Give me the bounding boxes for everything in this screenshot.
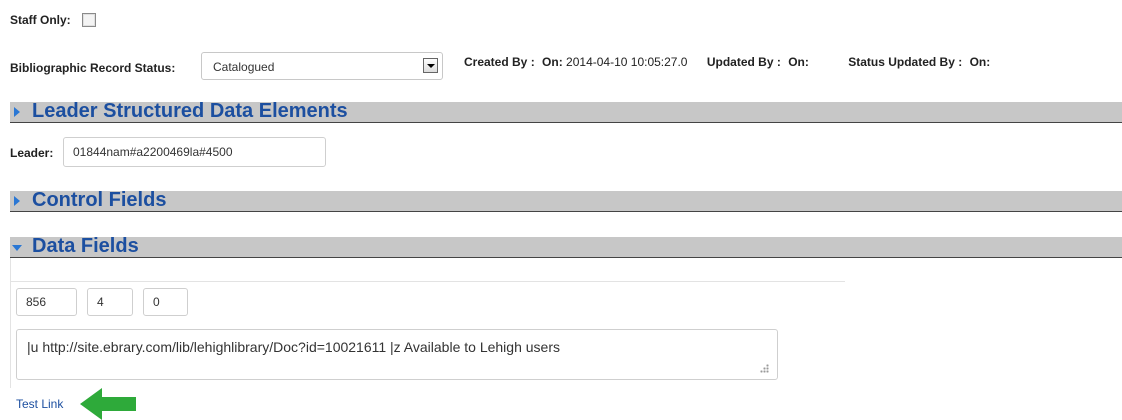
indicator1-input[interactable]: 4 bbox=[87, 288, 133, 316]
expand-arrow-icon bbox=[14, 196, 20, 206]
collapse-arrow-icon bbox=[12, 245, 22, 251]
field-content-text: |u http://site.ebrary.com/lib/lehighlibr… bbox=[27, 339, 560, 355]
staff-only-checkbox[interactable] bbox=[82, 13, 96, 27]
section-data-title: Data Fields bbox=[32, 235, 139, 257]
field-content-textarea[interactable]: |u http://site.ebrary.com/lib/lehighlibr… bbox=[16, 329, 778, 380]
indicator2-input[interactable]: 0 bbox=[143, 288, 188, 316]
expand-arrow-icon bbox=[14, 107, 20, 117]
status-updated-by-label: Status Updated By : bbox=[848, 55, 963, 69]
resize-grip-icon[interactable] bbox=[760, 364, 769, 373]
updated-on-label: On: bbox=[788, 55, 809, 69]
section-data-header[interactable]: Data Fields bbox=[10, 235, 1122, 258]
updated-by-label: Updated By : bbox=[706, 55, 781, 69]
arrow-left-icon bbox=[80, 388, 136, 420]
record-status-value: Catalogued bbox=[213, 60, 275, 74]
audit-info: Created By : On: 2014-04-10 10:05:27.0 U… bbox=[464, 55, 990, 69]
test-link[interactable]: Test Link bbox=[16, 397, 63, 411]
leader-label: Leader: bbox=[10, 146, 54, 160]
field-border-left bbox=[10, 258, 11, 388]
section-control-header[interactable]: Control Fields bbox=[10, 189, 1122, 212]
leader-input[interactable]: 01844nam#a2200469la#4500 bbox=[63, 137, 326, 167]
record-status-select[interactable]: Catalogued bbox=[201, 52, 443, 80]
status-updated-on-label: On: bbox=[969, 55, 991, 69]
field-divider bbox=[10, 281, 845, 282]
section-leader-title: Leader Structured Data Elements bbox=[32, 100, 348, 122]
created-on-label: On: bbox=[542, 55, 563, 69]
chevron-down-icon[interactable] bbox=[423, 58, 438, 73]
section-control-title: Control Fields bbox=[32, 189, 167, 211]
created-on-value: 2014-04-10 10:05:27.0 bbox=[566, 55, 688, 69]
created-by-label: Created By : bbox=[464, 55, 535, 69]
staff-only-label: Staff Only: bbox=[10, 13, 71, 27]
section-leader-header[interactable]: Leader Structured Data Elements bbox=[10, 100, 1122, 123]
field-tag-input[interactable]: 856 bbox=[16, 288, 77, 316]
record-status-label: Bibliographic Record Status: bbox=[10, 61, 176, 75]
